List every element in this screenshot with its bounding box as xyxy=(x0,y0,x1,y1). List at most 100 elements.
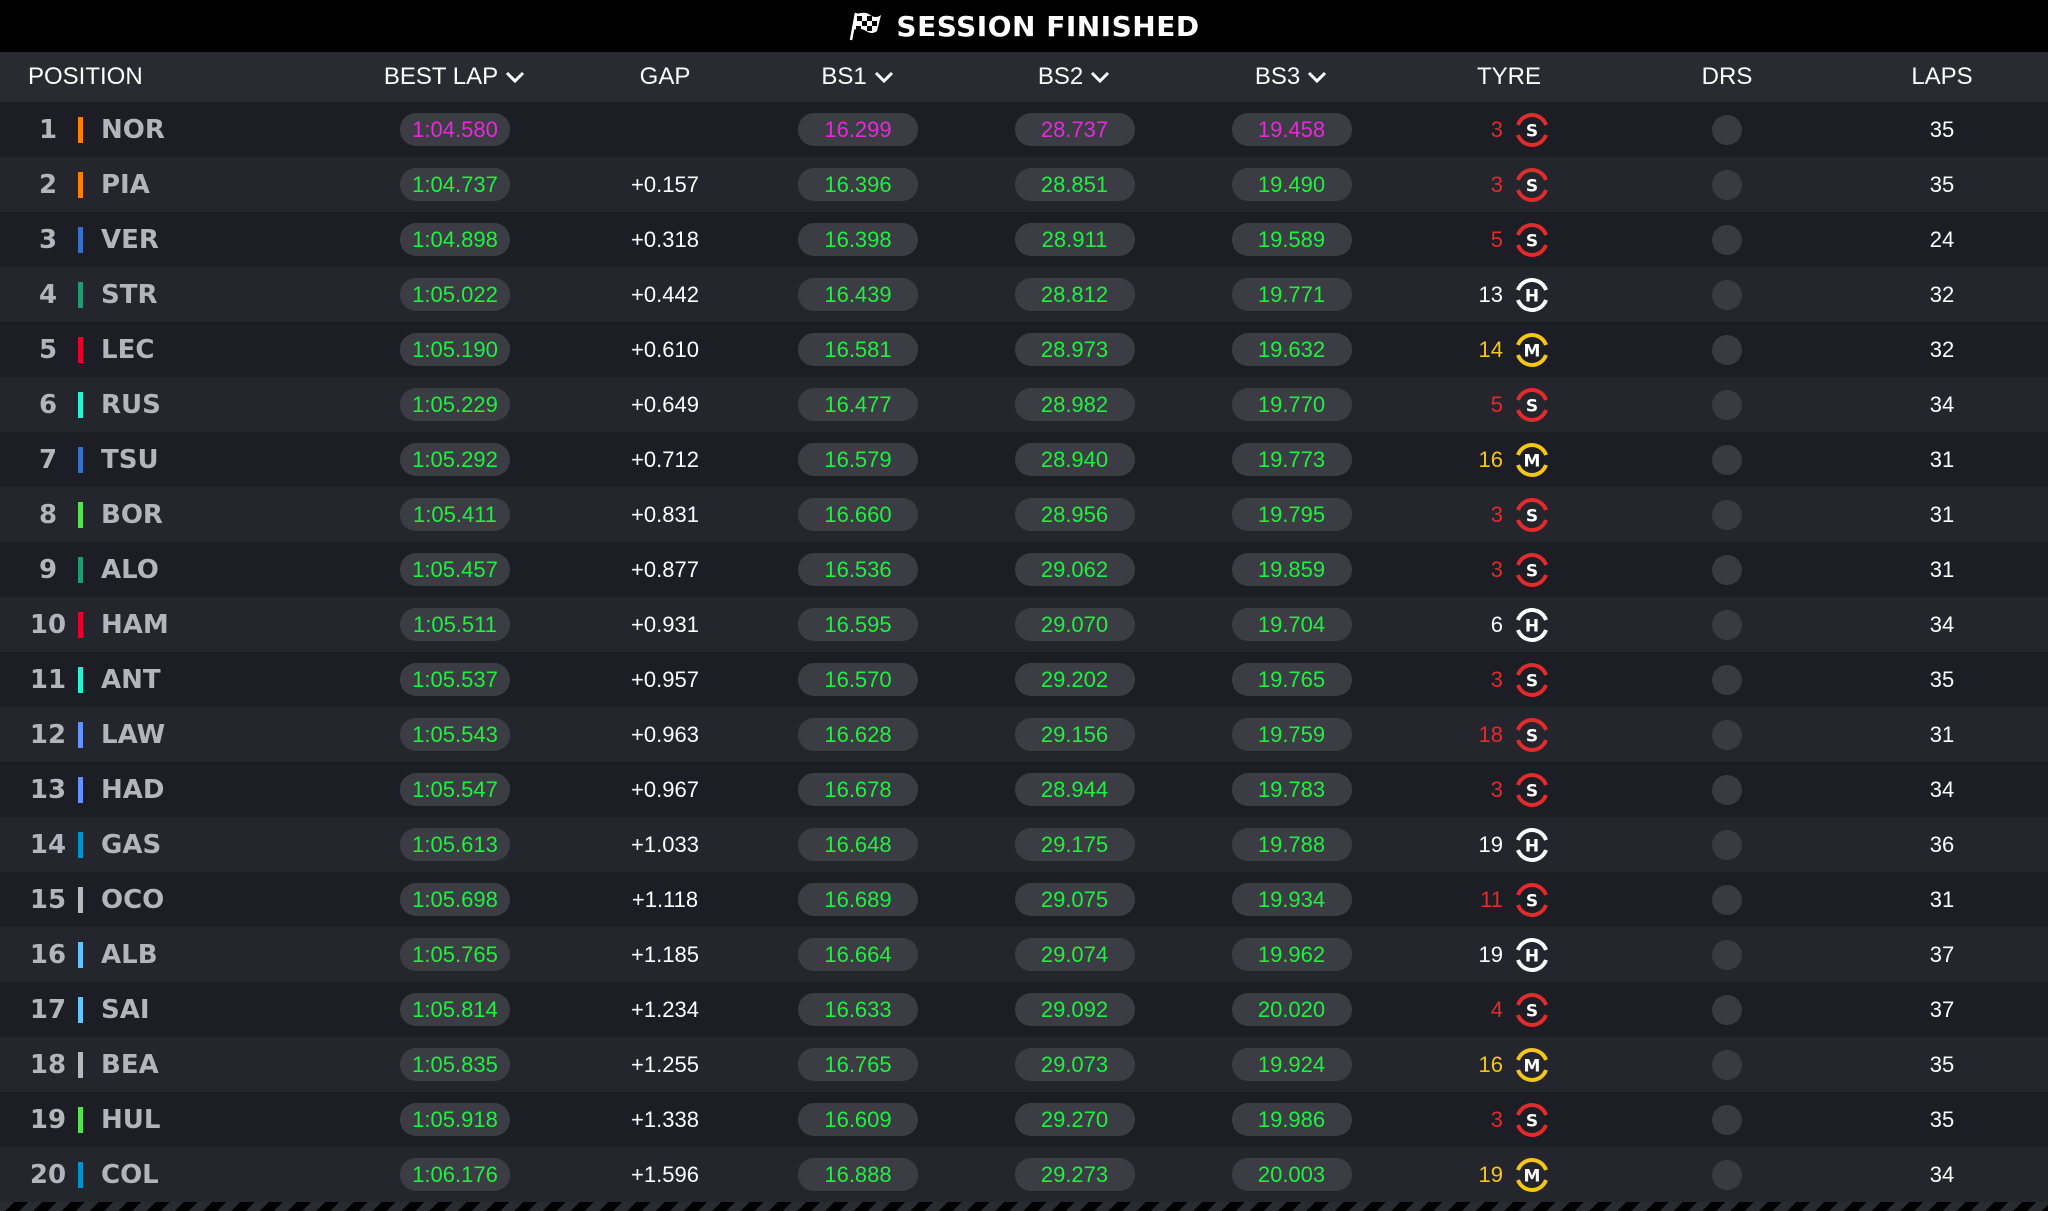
tyre-soft-icon: S xyxy=(1516,882,1548,917)
best-lap-cell: 1:04.737 xyxy=(330,157,580,212)
position-number: 1 xyxy=(38,114,58,145)
table-row[interactable]: 15 OCO 1:05.698 +1.118 16.689 29.075 19.934 11 S… xyxy=(0,872,2048,927)
tyre-info: 3S xyxy=(1467,661,1551,699)
bs1-time: 16.579 xyxy=(798,443,918,476)
team-color-bar xyxy=(78,556,83,583)
tyre-age: 3 xyxy=(1490,776,1503,802)
position-number: 15 xyxy=(29,884,67,915)
tyre-cell: 16 M xyxy=(1400,432,1618,487)
chevron-down-icon xyxy=(1308,71,1327,84)
header-bs1[interactable]: BS1 xyxy=(750,52,966,102)
position-cell: 14 GAS xyxy=(0,817,330,872)
table-row[interactable]: 20 COL 1:06.176 +1.596 16.888 29.273 20.003 19 M… xyxy=(0,1147,2048,1202)
header-drs: DRS xyxy=(1701,63,1753,90)
drs-cell xyxy=(1618,487,1836,542)
tyre-soft-icon: S xyxy=(1516,387,1548,422)
table-row[interactable]: 5 LEC 1:05.190 +0.610 16.581 28.973 19.632 14 M 3… xyxy=(0,322,2048,377)
table-row[interactable]: 11 ANT 1:05.537 +0.957 16.570 29.202 19.765 3 S 3… xyxy=(0,652,2048,707)
gap-value: +1.596 xyxy=(631,1161,699,1187)
best-lap-time: 1:05.547 xyxy=(400,773,510,806)
table-row[interactable]: 6 RUS 1:05.229 +0.649 16.477 28.982 19.770 5 S 34 xyxy=(0,377,2048,432)
svg-text:M: M xyxy=(1524,341,1541,361)
best-lap-cell: 1:05.547 xyxy=(330,762,580,817)
table-row[interactable]: 13 HAD 1:05.547 +0.967 16.678 28.944 19.783 3 S 3… xyxy=(0,762,2048,817)
best-lap-time: 1:06.176 xyxy=(400,1158,510,1191)
laps-cell: 34 xyxy=(1836,597,2048,652)
drs-cell xyxy=(1618,762,1836,817)
bs3-time: 19.962 xyxy=(1231,938,1352,971)
tyre-info: 18 S xyxy=(1467,716,1551,754)
tyre-cell: 19 M xyxy=(1400,1147,1618,1202)
header-bs2[interactable]: BS2 xyxy=(966,52,1183,102)
bs1-time: 16.648 xyxy=(798,828,918,861)
laps-cell: 32 xyxy=(1836,267,2048,322)
tyre-info: 3S xyxy=(1467,111,1551,149)
driver-code: SAI xyxy=(101,994,150,1025)
laps-cell: 37 xyxy=(1836,982,2048,1037)
laps-value: 31 xyxy=(1929,886,1955,912)
laps-cell: 31 xyxy=(1836,487,2048,542)
best-lap-cell: 1:05.190 xyxy=(330,322,580,377)
drs-indicator xyxy=(1712,1104,1742,1135)
bs2-cell: 29.273 xyxy=(966,1147,1183,1202)
table-row[interactable]: 7 TSU 1:05.292 +0.712 16.579 28.940 19.773 16 M 3… xyxy=(0,432,2048,487)
driver-code: GAS xyxy=(101,829,162,860)
tyre-info: 3S xyxy=(1467,551,1551,589)
drs-cell xyxy=(1618,927,1836,982)
driver-code: NOR xyxy=(101,114,165,145)
table-row[interactable]: 9 ALO 1:05.457 +0.877 16.536 29.062 19.859 3 S 31 xyxy=(0,542,2048,597)
table-row[interactable]: 10 HAM 1:05.511 +0.931 16.595 29.070 19.704 6 H 3… xyxy=(0,597,2048,652)
position-cell: 3 VER xyxy=(0,212,330,267)
header-best-lap[interactable]: BEST LAP xyxy=(330,52,580,102)
table-row[interactable]: 3 VER 1:04.898 +0.318 16.398 28.911 19.589 5 S 24 xyxy=(0,212,2048,267)
bs2-cell: 29.074 xyxy=(966,927,1183,982)
bs1-cell: 16.660 xyxy=(750,487,966,542)
table-row[interactable]: 4 STR 1:05.022 +0.442 16.439 28.812 19.771 13 H 3… xyxy=(0,267,2048,322)
bs1-cell: 16.396 xyxy=(750,157,966,212)
tyre-cell: 3S xyxy=(1400,1092,1618,1147)
position-cell: 10 HAM xyxy=(0,597,330,652)
driver-code: ANT xyxy=(101,664,161,695)
bs2-time: 29.073 xyxy=(1014,1048,1135,1081)
table-row[interactable]: 12 LAW 1:05.543 +0.963 16.628 29.156 19.759 18 S… xyxy=(0,707,2048,762)
gap-value: +0.649 xyxy=(631,391,699,417)
bs1-time: 16.765 xyxy=(798,1048,918,1081)
table-row[interactable]: 16 ALB 1:05.765 +1.185 16.664 29.074 19.962 19 H… xyxy=(0,927,2048,982)
laps-cell: 34 xyxy=(1836,377,2048,432)
table-row[interactable]: 8 BOR 1:05.411 +0.831 16.660 28.956 19.795 3 S 31 xyxy=(0,487,2048,542)
bs3-cell: 19.704 xyxy=(1183,597,1400,652)
header-bs3[interactable]: BS3 xyxy=(1183,52,1400,102)
position-cell: 16 ALB xyxy=(0,927,330,982)
bs2-cell: 28.956 xyxy=(966,487,1183,542)
bs2-cell: 29.156 xyxy=(966,707,1183,762)
drs-cell xyxy=(1618,1147,1836,1202)
table-row[interactable]: 1 NOR 1:04.580 16.299 28.737 19.458 3 S 35 xyxy=(0,102,2048,157)
svg-text:S: S xyxy=(1526,396,1538,416)
team-color-bar xyxy=(78,1051,83,1078)
drs-cell xyxy=(1618,432,1836,487)
tyre-age: 13 xyxy=(1478,281,1503,307)
table-row[interactable]: 17 SAI 1:05.814 +1.234 16.633 29.092 20.020 4 S 3… xyxy=(0,982,2048,1037)
drs-indicator xyxy=(1712,334,1742,365)
bs1-time: 16.581 xyxy=(798,333,918,366)
bs2-cell: 28.737 xyxy=(966,102,1183,157)
bs2-time: 29.270 xyxy=(1014,1103,1135,1136)
laps-value: 34 xyxy=(1929,611,1955,637)
tyre-age: 3 xyxy=(1490,1106,1503,1132)
table-row[interactable]: 14 GAS 1:05.613 +1.033 16.648 29.175 19.788 19 H… xyxy=(0,817,2048,872)
tyre-soft-icon: S xyxy=(1516,112,1548,147)
laps-cell: 31 xyxy=(1836,872,2048,927)
team-color-bar xyxy=(78,721,83,748)
bs3-time: 20.003 xyxy=(1231,1158,1352,1191)
bs2-cell: 29.092 xyxy=(966,982,1183,1037)
best-lap-cell: 1:06.176 xyxy=(330,1147,580,1202)
tyre-soft-icon: S xyxy=(1516,167,1548,202)
table-row[interactable]: 18 BEA 1:05.835 +1.255 16.765 29.073 19.924 16 M… xyxy=(0,1037,2048,1092)
table-row[interactable]: 2 PIA 1:04.737 +0.157 16.396 28.851 19.490 3 S 35 xyxy=(0,157,2048,212)
table-row[interactable]: 19 HUL 1:05.918 +1.338 16.609 29.270 19.986 3 S 3… xyxy=(0,1092,2048,1147)
best-lap-time: 1:04.580 xyxy=(400,113,510,146)
team-color-bar xyxy=(78,501,83,528)
position-cell: 2 PIA xyxy=(0,157,330,212)
position-cell: 4 STR xyxy=(0,267,330,322)
bs1-time: 16.299 xyxy=(798,113,918,146)
